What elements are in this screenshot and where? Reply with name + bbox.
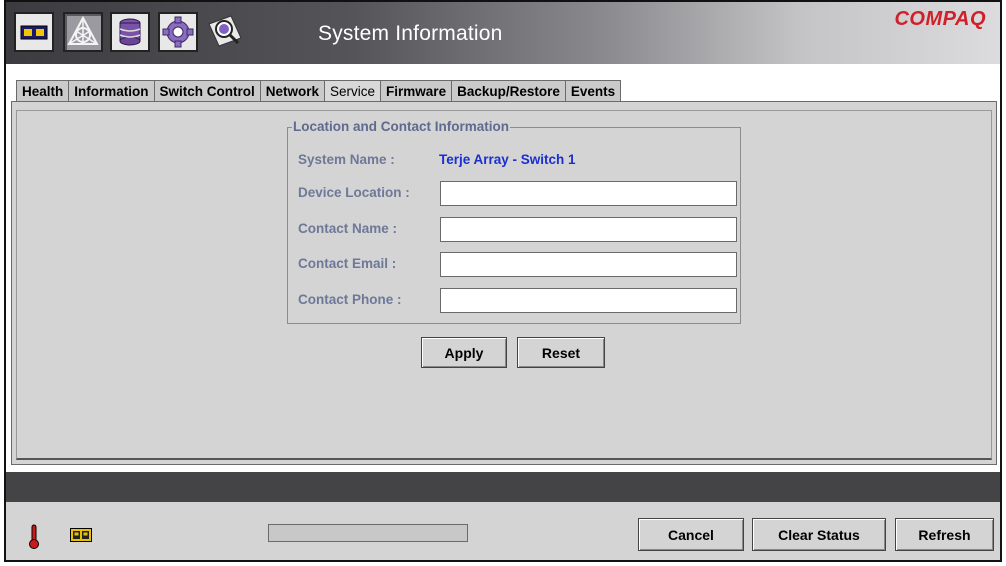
status-bar bbox=[6, 472, 1000, 502]
contact-name-label: Contact Name : bbox=[298, 221, 398, 236]
service-panel: Location and Contact Information System … bbox=[11, 101, 997, 465]
switch-tool-button[interactable] bbox=[14, 12, 54, 52]
progress-bar bbox=[268, 524, 468, 542]
reset-button[interactable]: Reset bbox=[517, 337, 605, 368]
device-location-field[interactable] bbox=[440, 181, 737, 206]
contact-email-field[interactable] bbox=[440, 252, 737, 277]
footer: Cancel Clear Status Refresh bbox=[6, 502, 1000, 560]
fabric-tool-button[interactable] bbox=[63, 12, 103, 52]
tab-health[interactable]: Health bbox=[16, 80, 70, 101]
fabric-icon bbox=[67, 15, 99, 45]
device-location-label: Device Location : bbox=[298, 185, 410, 200]
refresh-button[interactable]: Refresh bbox=[895, 518, 994, 551]
storage-icon bbox=[119, 18, 141, 46]
tab-information[interactable]: Information bbox=[68, 80, 155, 101]
contact-phone-field[interactable] bbox=[440, 288, 737, 313]
system-name-label: System Name : bbox=[298, 152, 395, 167]
settings-icon bbox=[162, 16, 194, 48]
storage-tool-button[interactable] bbox=[110, 12, 150, 52]
cancel-button[interactable]: Cancel bbox=[638, 518, 744, 551]
tab-firmware[interactable]: Firmware bbox=[380, 80, 453, 101]
contact-email-label: Contact Email : bbox=[298, 256, 397, 271]
contact-phone-label: Contact Phone : bbox=[298, 292, 402, 307]
clear-status-button[interactable]: Clear Status bbox=[752, 518, 886, 551]
tab-backup-restore[interactable]: Backup/Restore bbox=[451, 80, 566, 101]
tab-strip: Health Information Switch Control Networ… bbox=[6, 64, 1000, 102]
tab-switch-control[interactable]: Switch Control bbox=[153, 80, 261, 101]
header-banner: System Information COMPAQ bbox=[6, 2, 1000, 64]
tab-service[interactable]: Service bbox=[324, 80, 382, 102]
contact-name-field[interactable] bbox=[440, 217, 737, 242]
apply-button[interactable]: Apply bbox=[421, 337, 507, 368]
switch-icon bbox=[20, 25, 48, 40]
system-name-value: Terje Array - Switch 1 bbox=[439, 152, 576, 167]
thermometer-icon bbox=[29, 524, 39, 549]
tab-events[interactable]: Events bbox=[564, 80, 622, 101]
system-info-icon bbox=[208, 15, 242, 47]
page-title: System Information bbox=[318, 22, 503, 45]
system-info-tool-button[interactable] bbox=[205, 12, 245, 52]
application-window: System Information COMPAQ Health Informa… bbox=[4, 0, 1002, 562]
settings-tool-button[interactable] bbox=[158, 12, 198, 52]
group-title: Location and Contact Information bbox=[292, 119, 510, 134]
brand-logo: COMPAQ bbox=[894, 8, 986, 30]
switch-status-icon bbox=[70, 528, 92, 542]
location-contact-group: Location and Contact Information System … bbox=[287, 119, 741, 324]
tab-network[interactable]: Network bbox=[259, 80, 326, 101]
